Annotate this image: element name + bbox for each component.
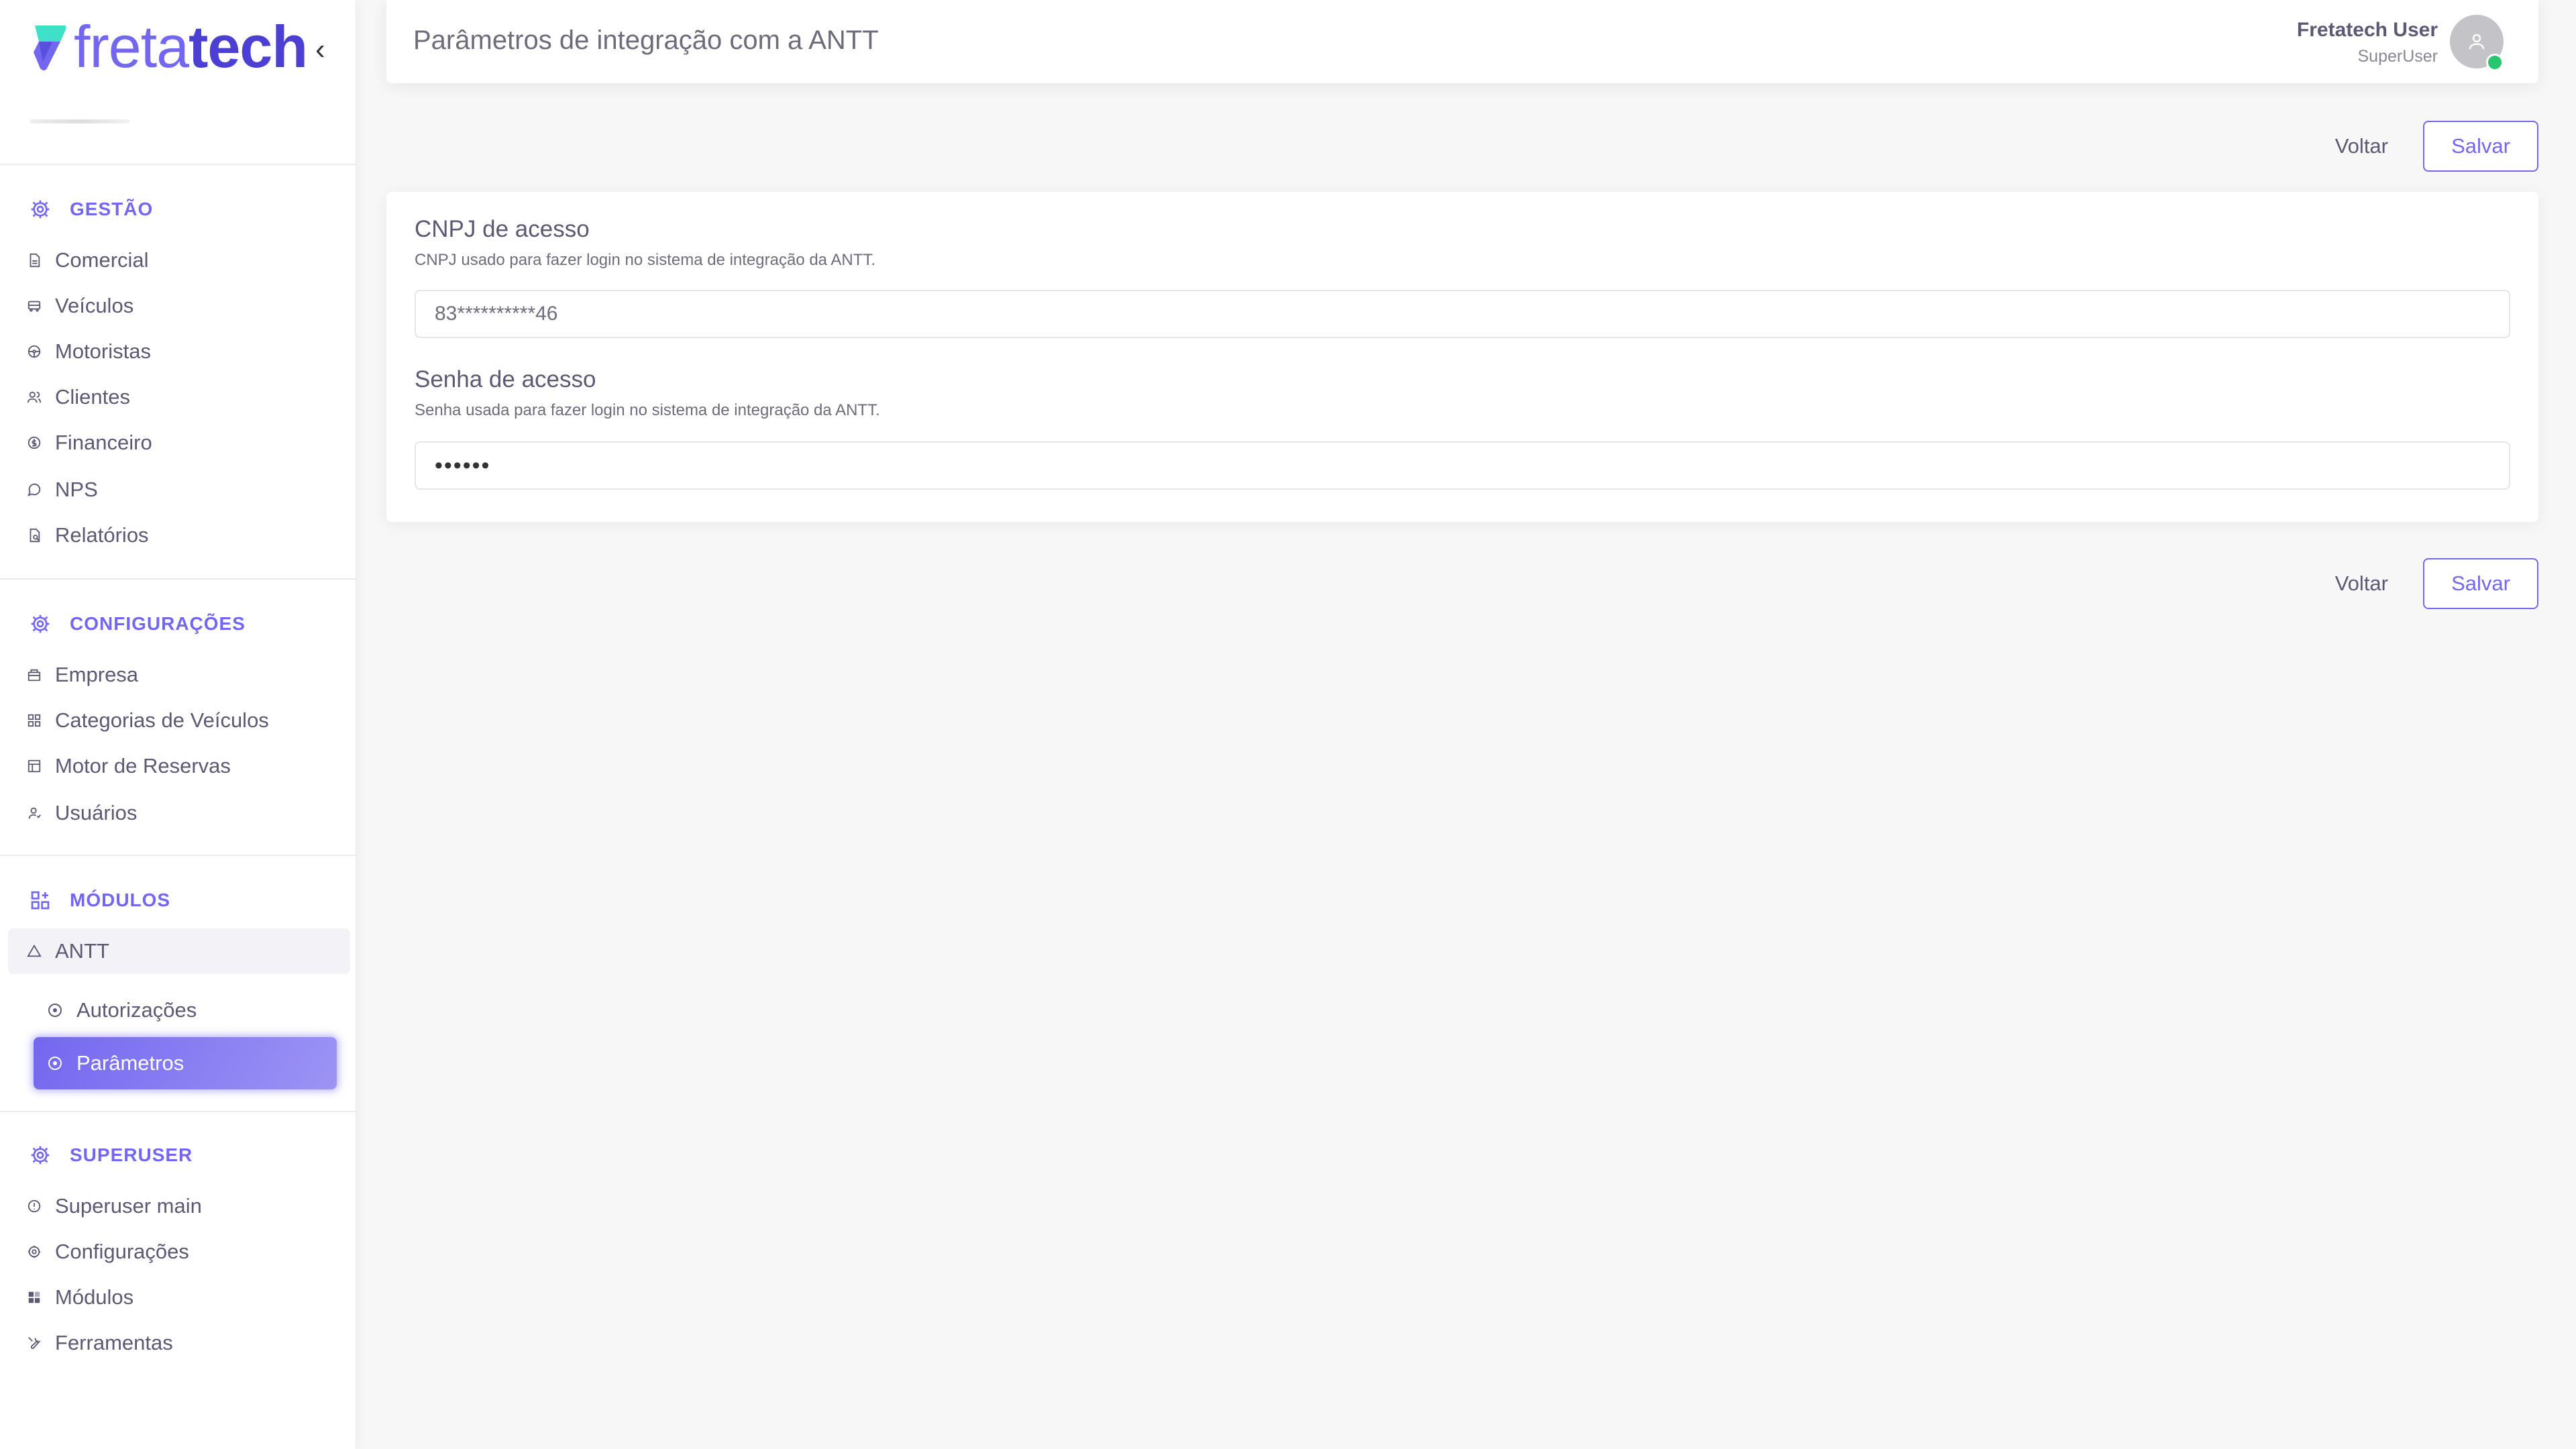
section-gestao: GESTÃO	[30, 199, 153, 220]
senha-help: Senha usada para fazer login no sistema …	[415, 401, 880, 419]
divider	[0, 164, 356, 165]
section-title-text: MÓDULOS	[70, 890, 171, 910]
cnpj-input[interactable]	[415, 290, 2510, 338]
users-icon	[27, 391, 42, 403]
bottom-actions: Voltar Salvar	[2335, 558, 2538, 609]
sidebar-item-label: Financeiro	[55, 431, 152, 454]
sidebar-item-label: Autorizações	[76, 998, 197, 1022]
brand-name: fretatech	[74, 13, 308, 80]
sidebar-item-label: Usuários	[55, 801, 138, 824]
sidebar: fretatech ‹ GESTÃO Comercial Veículos Mo…	[0, 0, 356, 1449]
modules-icon	[31, 891, 50, 910]
sidebar-item-label: Empresa	[55, 663, 139, 686]
sidebar-item-label: Ferramentas	[55, 1331, 173, 1354]
document-icon	[30, 253, 40, 268]
sidebar-item-configuracoes[interactable]: Configurações	[27, 1232, 189, 1272]
top-actions: Voltar Salvar	[2335, 121, 2538, 172]
chat-bubble-icon	[28, 483, 41, 496]
user-role: SuperUser	[2357, 47, 2438, 66]
modules-icon	[28, 1291, 40, 1303]
cnpj-help: CNPJ usado para fazer login no sistema d…	[415, 251, 876, 269]
section-superuser: SUPERUSER	[30, 1144, 193, 1166]
divider	[0, 855, 356, 856]
table-icon	[28, 759, 41, 773]
online-status-dot	[2486, 54, 2504, 71]
gear-icon	[31, 1146, 50, 1165]
sidebar-item-modulos[interactable]: Módulos	[27, 1277, 133, 1318]
sidebar-item-label: ANTT	[55, 939, 109, 963]
back-button[interactable]: Voltar	[2335, 572, 2423, 596]
sidebar-item-empresa[interactable]: Empresa	[27, 655, 138, 695]
user-icon	[2469, 34, 2485, 50]
sidebar-item-categorias-veiculos[interactable]: Categorias de Veículos	[27, 700, 269, 741]
grid-icon	[28, 714, 41, 727]
fretatech-logo-icon	[34, 25, 66, 70]
settings-icon	[28, 1245, 41, 1258]
collapse-sidebar-icon[interactable]: ‹	[315, 35, 325, 64]
sidebar-subitem-parametros[interactable]: Parâmetros	[34, 1037, 337, 1089]
circle-icon	[48, 1057, 62, 1070]
sidebar-item-veiculos[interactable]: Veículos	[27, 286, 133, 326]
triangle-icon	[27, 944, 42, 957]
alert-circle-icon	[28, 1199, 41, 1213]
user-icon	[28, 807, 41, 819]
dollar-circle-icon	[28, 436, 41, 449]
senha-label: Senha de acesso	[415, 366, 596, 392]
sidebar-item-motor-reservas[interactable]: Motor de Reservas	[27, 746, 231, 786]
sidebar-item-label: Veículos	[55, 294, 134, 317]
gear-icon	[31, 200, 50, 219]
bus-icon	[28, 301, 41, 312]
sidebar-item-superuser-main[interactable]: Superuser main	[27, 1186, 202, 1226]
save-button[interactable]: Salvar	[2423, 558, 2538, 609]
section-modulos: MÓDULOS	[30, 890, 170, 911]
section-configuracoes: CONFIGURAÇÕES	[30, 613, 246, 635]
top-header: Parâmetros de integração com a ANTT Fret…	[386, 0, 2538, 83]
divider	[0, 578, 356, 580]
divider	[0, 1111, 356, 1112]
sidebar-faded-item	[30, 119, 130, 123]
sidebar-item-label: Configurações	[55, 1240, 189, 1263]
sidebar-item-motoristas[interactable]: Motoristas	[27, 331, 151, 372]
page-title: Parâmetros de integração com a ANTT	[413, 25, 879, 55]
sidebar-item-label: Clientes	[55, 385, 130, 409]
tool-icon	[28, 1337, 41, 1349]
sidebar-item-relatorios[interactable]: Relatórios	[27, 515, 149, 555]
sidebar-item-label: NPS	[55, 478, 98, 501]
sidebar-item-usuarios[interactable]: Usuários	[27, 793, 137, 833]
user-name: Fretatech User	[2296, 19, 2438, 41]
section-title-text: GESTÃO	[70, 199, 154, 219]
circle-icon	[48, 1004, 62, 1017]
user-info[interactable]: Fretatech User SuperUser	[2297, 19, 2438, 66]
section-title-text: CONFIGURAÇÕES	[70, 613, 246, 634]
sidebar-item-label: Motoristas	[55, 339, 151, 363]
sidebar-item-label: Categorias de Veículos	[55, 708, 269, 732]
cnpj-label: CNPJ de acesso	[415, 216, 590, 242]
sidebar-item-label: Módulos	[55, 1285, 134, 1309]
sidebar-subitem-autorizacoes[interactable]: Autorizações	[47, 998, 197, 1022]
back-button[interactable]: Voltar	[2335, 134, 2423, 158]
sidebar-item-comercial[interactable]: Comercial	[27, 240, 149, 280]
gear-icon	[31, 614, 50, 633]
sidebar-item-label: Superuser main	[55, 1194, 202, 1218]
section-title-text: SUPERUSER	[70, 1144, 193, 1165]
save-button[interactable]: Salvar	[2423, 121, 2538, 172]
sidebar-item-ferramentas[interactable]: Ferramentas	[27, 1323, 173, 1363]
sidebar-item-label: Parâmetros	[76, 1051, 184, 1075]
sidebar-item-clientes[interactable]: Clientes	[27, 377, 130, 417]
building-icon	[28, 669, 41, 682]
sidebar-item-label: Relatórios	[55, 523, 149, 547]
steering-wheel-icon	[28, 345, 41, 358]
sidebar-item-label: Comercial	[55, 248, 149, 272]
sidebar-item-financeiro[interactable]: Financeiro	[27, 423, 152, 463]
senha-input[interactable]	[415, 441, 2510, 490]
sidebar-item-nps[interactable]: NPS	[27, 470, 98, 510]
antt-params-card: CNPJ de acesso CNPJ usado para fazer log…	[386, 192, 2538, 522]
sidebar-item-label: Motor de Reservas	[55, 754, 231, 777]
report-icon	[30, 528, 40, 543]
brand-logo[interactable]: fretatech	[30, 13, 308, 80]
sidebar-item-antt[interactable]: ANTT	[27, 931, 109, 971]
